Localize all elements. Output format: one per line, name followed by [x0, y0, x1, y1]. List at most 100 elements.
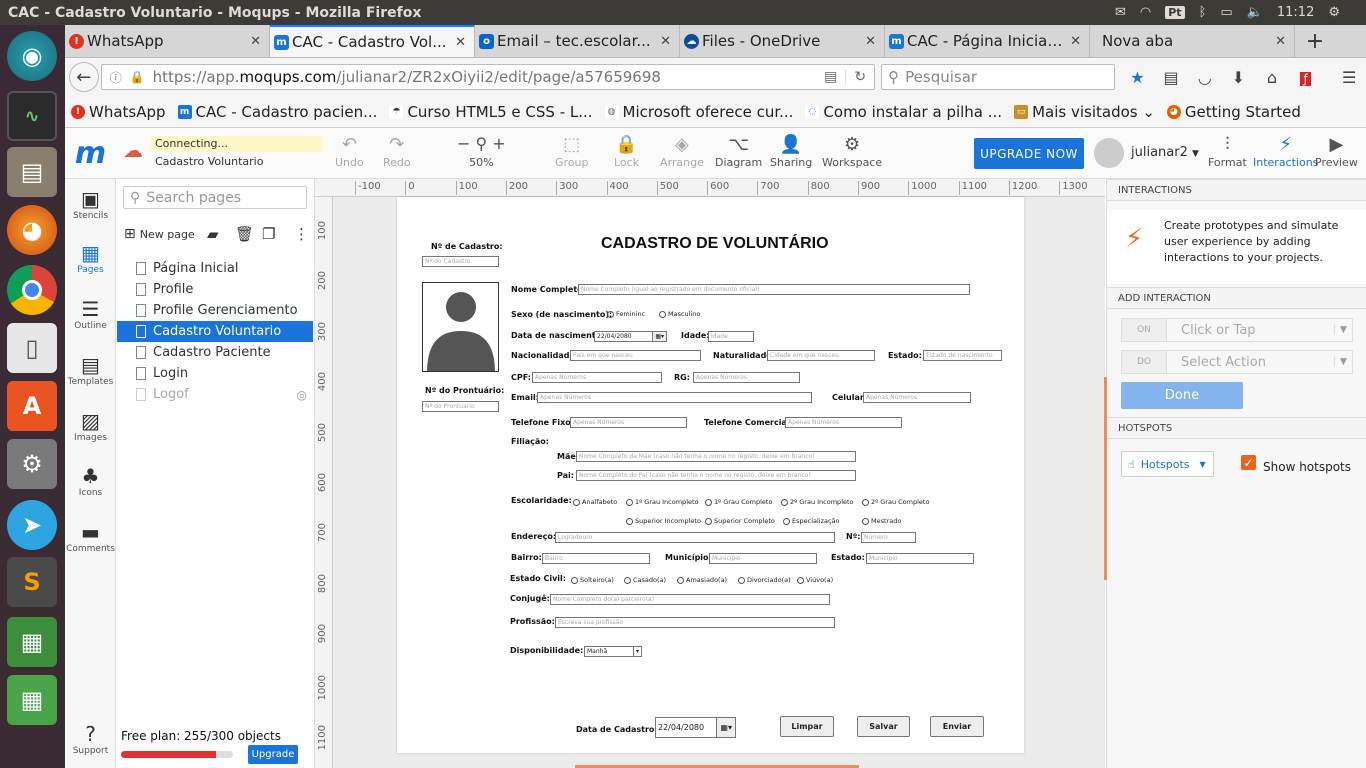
- rail-stencils[interactable]: ▣ Stencils: [65, 187, 116, 221]
- more-options-icon[interactable]: ⋮: [294, 225, 309, 243]
- wifi-icon[interactable]: ◠: [1140, 5, 1151, 20]
- hotspots-dropdown[interactable]: ☝ Hotspots ▼: [1121, 451, 1214, 477]
- system-settings-icon[interactable]: ⚙: [7, 439, 57, 489]
- escolaridade-radio[interactable]: 2º Grau Completo: [862, 498, 929, 506]
- page-item[interactable]: Profile Gerenciamento: [117, 300, 313, 321]
- preview-button[interactable]: ▶ Preview: [1315, 134, 1358, 169]
- estado-civil-radio[interactable]: Amasiado(a): [677, 576, 727, 584]
- page-item-active[interactable]: Cadastro Voluntario: [117, 321, 313, 342]
- clock[interactable]: 11:12: [1277, 5, 1314, 20]
- done-button[interactable]: Done: [1121, 382, 1243, 409]
- rail-templates[interactable]: ▤ Templates: [65, 353, 116, 387]
- escolaridade-radio[interactable]: Superior Completo: [705, 517, 775, 525]
- endereco-input[interactable]: Logradouro: [555, 532, 835, 543]
- app-stack-icon-2[interactable]: ▦: [7, 675, 57, 725]
- libreoffice-icon[interactable]: ▯: [7, 323, 57, 373]
- downloads-icon[interactable]: ⬇: [1222, 68, 1256, 87]
- calendar-icon[interactable]: ▦▾: [716, 718, 735, 737]
- battery-icon[interactable]: ▭: [1220, 5, 1232, 20]
- enviar-button[interactable]: Enviar: [930, 716, 984, 737]
- bookmark-getting-started[interactable]: ◕ Getting Started: [1166, 103, 1301, 121]
- software-center-icon[interactable]: A: [7, 381, 57, 431]
- salvar-button[interactable]: Salvar: [857, 716, 910, 737]
- profissao-input[interactable]: Escreva sua profissão: [555, 617, 835, 628]
- app-stack-icon[interactable]: ▦: [7, 617, 57, 667]
- nome-input[interactable]: Nome Completo (igual ao registrado em do…: [578, 284, 970, 295]
- telefone-comercial-input[interactable]: Apenas Números: [785, 417, 902, 428]
- interactions-button[interactable]: ⚡ Interactions: [1253, 134, 1318, 169]
- bairro-input[interactable]: Bairro: [542, 553, 650, 564]
- undo-button[interactable]: ↶ Undo: [335, 134, 364, 169]
- lock-button[interactable]: 🔒 Lock: [614, 134, 639, 169]
- file-manager-icon[interactable]: ▤: [7, 147, 57, 197]
- close-tab-icon[interactable]: ✕: [1070, 34, 1081, 49]
- bookmark-cac-cadastro[interactable]: m CAC - Cadastro pacien...: [177, 103, 377, 121]
- do-action-select[interactable]: DO Select Action ▼: [1121, 350, 1353, 374]
- group-button[interactable]: ⬚ Group: [555, 134, 589, 169]
- num-prontuario-input[interactable]: Nº do Prontuario: [422, 401, 499, 412]
- hidden-eye-icon[interactable]: ◎: [297, 388, 307, 402]
- idade-input[interactable]: Idade: [708, 331, 754, 342]
- tab-nova-aba[interactable]: Nova aba ✕: [1090, 25, 1295, 57]
- upgrade-button[interactable]: Upgrade: [248, 745, 298, 764]
- duplicate-icon[interactable]: ❐: [262, 225, 275, 243]
- redo-button[interactable]: ↷ Redo: [383, 134, 411, 169]
- rail-support[interactable]: ? Support: [65, 722, 116, 756]
- page-item[interactable]: Página Inicial: [117, 258, 313, 279]
- email-input[interactable]: Apenas Números: [537, 392, 812, 403]
- page-item[interactable]: Login: [117, 363, 313, 384]
- nacionalidade-input[interactable]: País em que nasceu: [570, 350, 701, 361]
- user-menu[interactable]: julianar2 ▼: [1131, 145, 1199, 160]
- sharing-button[interactable]: 👤 Sharing: [770, 134, 812, 169]
- bookmark-whatsapp[interactable]: ! WhatsApp: [71, 103, 166, 121]
- data-cadastro-date-picker[interactable]: 22/04/2080 ▦▾: [655, 717, 736, 738]
- new-folder-icon[interactable]: ▰: [207, 225, 219, 243]
- info-icon[interactable]: ⓘ: [110, 69, 122, 86]
- escolaridade-radio[interactable]: 1º Grau Completo: [705, 498, 772, 506]
- bookmark-como-instalar[interactable]: ◌ Como instalar a pilha ...: [805, 103, 1002, 121]
- reader-view-icon[interactable]: ▤: [824, 69, 837, 85]
- pocket-icon[interactable]: ◡: [1188, 68, 1222, 87]
- format-button[interactable]: ⫶ Format: [1208, 134, 1247, 169]
- estado-input[interactable]: Município: [866, 553, 974, 564]
- page-item-hidden[interactable]: Logof ◎: [117, 384, 313, 405]
- home-icon[interactable]: ⌂: [1255, 68, 1289, 87]
- nascimento-date-picker[interactable]: 22/04/2080 ▦▾: [594, 331, 667, 342]
- chrome-icon[interactable]: [7, 265, 57, 315]
- telefone-fixo-input[interactable]: Apenas Números: [570, 417, 687, 428]
- workspace-button[interactable]: ⚙ Workspace: [822, 134, 882, 169]
- firefox-icon[interactable]: ◕: [7, 205, 57, 255]
- zoom-control[interactable]: − ⚲ +50%: [457, 134, 506, 169]
- reading-list-icon[interactable]: ▤: [1154, 68, 1188, 87]
- avatar[interactable]: [1094, 138, 1124, 168]
- estado-civil-radio[interactable]: Solteiro(a): [571, 576, 614, 584]
- mail-icon[interactable]: ✉: [1115, 5, 1126, 20]
- rail-icons[interactable]: ♣ Icons: [65, 464, 116, 498]
- search-bar[interactable]: ⚲ Pesquisar: [881, 64, 1115, 90]
- municipio-input[interactable]: Município: [709, 553, 817, 564]
- back-arrow-icon[interactable]: ←: [69, 62, 99, 92]
- escolaridade-radio[interactable]: 1º Grau Incompleto: [626, 498, 699, 506]
- ubuntu-dash-icon[interactable]: ◉: [7, 31, 57, 81]
- show-hotspots-checkbox[interactable]: ✓: [1241, 455, 1256, 470]
- photo-placeholder[interactable]: [422, 282, 499, 372]
- page-item[interactable]: Profile: [117, 279, 313, 300]
- rail-comments[interactable]: ▬ Comments: [65, 520, 116, 554]
- naturalidade-input[interactable]: Cidade em que nasceu: [767, 350, 875, 361]
- escolaridade-radio[interactable]: Analfabeto: [573, 498, 617, 506]
- estado-civil-radio[interactable]: Divorciado(a): [738, 576, 791, 584]
- rg-input[interactable]: Apenas Números: [693, 372, 800, 383]
- close-tab-icon[interactable]: ✕: [455, 35, 466, 50]
- bluetooth-icon[interactable]: ᛒ: [1199, 5, 1207, 20]
- disponibilidade-select[interactable]: Manhã ▾: [584, 646, 642, 657]
- power-icon[interactable]: ⚙: [1328, 5, 1340, 20]
- cpf-input[interactable]: Apenas Números: [532, 372, 662, 383]
- estado-nasc-input[interactable]: Estado de nascimento: [923, 350, 1002, 361]
- conjuge-input[interactable]: Nome Completo do(a) parceiro(a): [550, 594, 830, 605]
- escolaridade-radio[interactable]: Mestrado: [862, 517, 901, 525]
- url-bar[interactable]: ⓘ 🔒 https://app.moqups.com/julianar2/ZR2…: [100, 64, 876, 90]
- limpar-button[interactable]: Limpar: [780, 716, 834, 737]
- keyboard-layout[interactable]: Pt: [1165, 6, 1185, 19]
- sublime-text-icon[interactable]: S: [7, 557, 57, 607]
- rail-outline[interactable]: ☰ Outline: [65, 297, 116, 331]
